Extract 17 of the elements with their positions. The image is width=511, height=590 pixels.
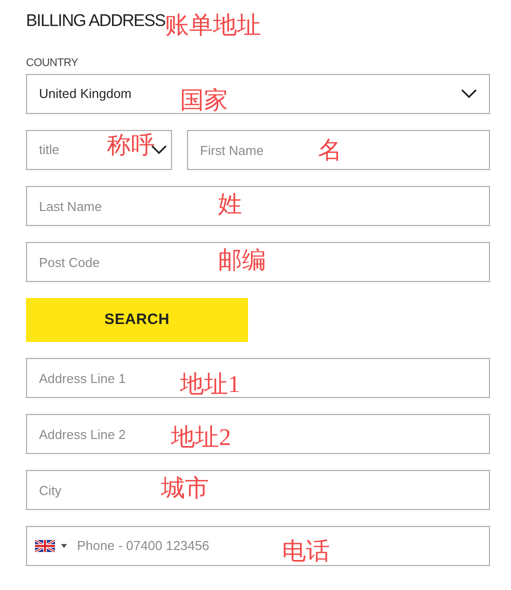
annotation-text: 邮编 xyxy=(218,247,266,275)
annotation-text: 姓 xyxy=(218,191,242,219)
field-label: COUNTRY xyxy=(26,57,78,70)
annotation-text: 名 xyxy=(318,137,342,165)
annotation-text: 国家 xyxy=(180,87,228,115)
section-heading: BILLING ADDRESS xyxy=(26,10,166,32)
annotation-text: 账单地址 xyxy=(165,12,261,40)
annotation-text: 称呼 xyxy=(107,132,155,160)
annotation-text: 地址1 xyxy=(180,371,240,399)
annotation-text: 电话 xyxy=(282,538,330,566)
chevron-down-icon xyxy=(461,89,477,99)
phone-input[interactable]: Phone - 07400 123456 xyxy=(77,536,257,556)
flag-icon[interactable] xyxy=(35,540,55,552)
caret-down-icon xyxy=(61,544,67,548)
search-button[interactable]: SEARCH xyxy=(26,298,248,342)
annotation-text: 城市 xyxy=(161,475,209,503)
annotation-text: 地址2 xyxy=(171,424,231,452)
